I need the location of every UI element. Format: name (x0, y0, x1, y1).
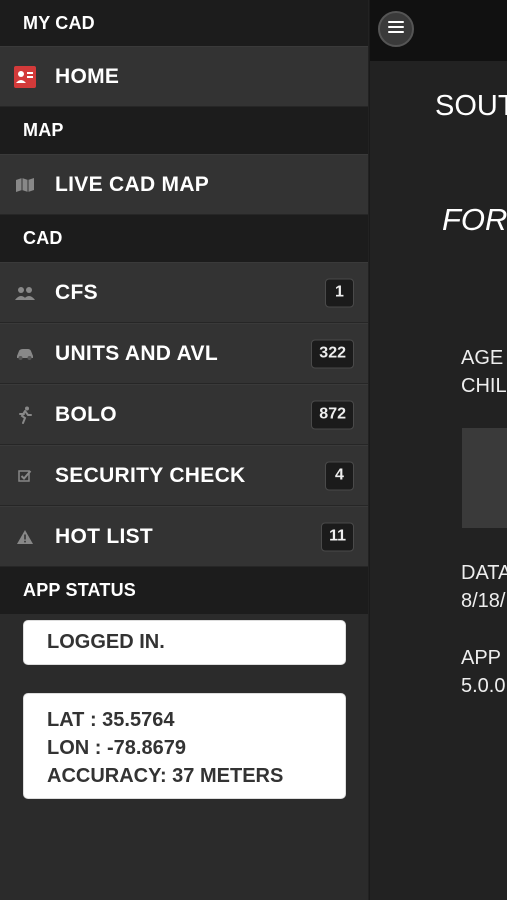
sidebar-item-bolo[interactable]: BOLO 872 (0, 384, 368, 445)
hamburger-icon (388, 20, 404, 38)
sidebar-item-security-check[interactable]: SECURITY CHECK 4 (0, 445, 368, 506)
count-badge: 11 (321, 522, 354, 551)
login-status-text: LOGGED IN. (47, 631, 165, 653)
login-status-box: LOGGED IN. (23, 620, 346, 665)
sidebar-item-cfs[interactable]: CFS 1 (0, 262, 368, 323)
agency-info: AGE CHIL (461, 344, 507, 400)
sidebar-menu: MY CAD HOME MAP LIVE CAD MAP CAD CFS 1 U… (0, 0, 368, 900)
data-label: DATA (461, 562, 507, 584)
top-bar (370, 0, 507, 61)
count-badge: 4 (325, 461, 354, 490)
car-icon (14, 343, 36, 365)
sidebar-item-label: UNITS AND AVL (55, 341, 218, 365)
logo-placeholder (462, 428, 507, 528)
app-version-info: APP 5.0.0 (461, 644, 505, 700)
menu-toggle-button[interactable] (378, 11, 414, 47)
sidebar-item-home[interactable]: HOME (0, 46, 368, 107)
latitude-text: LAT : 35.5764 (47, 709, 175, 731)
app-version-value: 5.0.0 (461, 675, 506, 697)
section-header-cad: CAD (0, 215, 368, 262)
count-badge: 872 (311, 400, 354, 429)
data-value: 8/18/ (461, 590, 506, 612)
sidebar-item-units-and-avl[interactable]: UNITS AND AVL 322 (0, 323, 368, 384)
location-status-box: LAT : 35.5764 LON : -78.8679 ACCURACY: 3… (23, 693, 346, 799)
agency-label: AGE (461, 347, 504, 369)
count-badge: 1 (325, 278, 354, 307)
warning-icon (14, 526, 36, 548)
sidebar-item-label: HOT LIST (55, 524, 154, 548)
page-subtitle: FOR (442, 202, 507, 237)
data-info: DATA 8/18/ (461, 559, 507, 615)
sidebar-item-label: CFS (55, 280, 98, 304)
home-card-icon (14, 65, 36, 88)
sidebar-item-label: LIVE CAD MAP (55, 172, 210, 196)
app-label: APP (461, 647, 502, 669)
sidebar-item-label: SECURITY CHECK (55, 463, 246, 487)
sidebar-item-hot-list[interactable]: HOT LIST 11 (0, 506, 368, 567)
page-title: SOUT (435, 90, 507, 122)
sidebar-item-label: BOLO (55, 402, 117, 426)
agency-value: CHIL (461, 375, 507, 397)
map-icon (14, 174, 36, 196)
accuracy-text: ACCURACY: 37 METERS (47, 765, 284, 787)
section-header-my-cad: MY CAD (0, 0, 368, 46)
checkbox-icon (14, 465, 36, 487)
longitude-text: LON : -78.8679 (47, 737, 186, 759)
people-icon (14, 282, 36, 304)
section-header-map: MAP (0, 107, 368, 154)
main-panel: SOUT FOR AGE CHIL DATA 8/18/ APP 5.0.0 (369, 0, 507, 900)
section-header-app-status: APP STATUS (0, 567, 368, 614)
count-badge: 322 (311, 339, 354, 368)
sidebar-item-live-cad-map[interactable]: LIVE CAD MAP (0, 154, 368, 215)
sidebar-item-label: HOME (55, 64, 120, 88)
running-person-icon (14, 404, 36, 426)
